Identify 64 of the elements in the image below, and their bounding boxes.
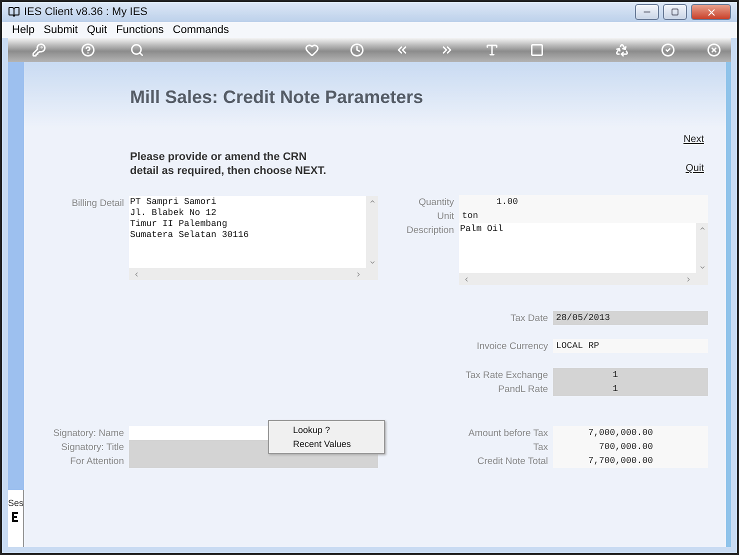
menu-item[interactable]: Lookup ?: [269, 423, 384, 437]
menu-item[interactable]: Help: [12, 24, 35, 36]
search-button[interactable]: [130, 43, 144, 57]
field-label: Billing Detail: [70, 197, 124, 209]
text-area[interactable]: Palm Oil: [459, 223, 696, 273]
page-title: Mill Sales: Credit Note Parameters: [130, 86, 424, 108]
scroll-up-icon[interactable]: [698, 225, 706, 232]
field-label: Unit: [436, 210, 454, 222]
instruction-text: detail as required, then choose NEXT.: [130, 164, 326, 178]
menu-item[interactable]: Commands: [172, 24, 230, 36]
scroll-left-icon[interactable]: [133, 270, 140, 278]
field-label: Description: [405, 224, 454, 236]
text-button[interactable]: [485, 43, 499, 57]
square-button[interactable]: [530, 43, 544, 57]
input-field[interactable]: [129, 454, 378, 468]
input-field[interactable]: 28/05/2013: [553, 311, 708, 325]
field-label: Amount before Tax: [467, 428, 548, 438]
field-label: PandL Rate: [497, 384, 548, 394]
input-field[interactable]: 700,000.00: [553, 440, 708, 454]
menu-item[interactable]: Recent Values: [269, 437, 384, 451]
session-tab[interactable]: Ses: [8, 498, 23, 508]
scroll-down-icon[interactable]: [698, 264, 706, 271]
nav-link[interactable]: Quit: [686, 163, 704, 174]
field-label: Tax: [532, 442, 548, 452]
input-field[interactable]: 1.00: [459, 195, 708, 209]
heart-button[interactable]: [305, 43, 319, 57]
instruction-text: Please provide or amend the CRN: [130, 150, 308, 164]
field-label: Tax Rate Exchange: [464, 370, 548, 380]
field-label: Credit Note Total: [476, 456, 548, 466]
minimize-button[interactable]: [635, 4, 659, 20]
help-button[interactable]: [81, 43, 95, 57]
menu-item[interactable]: Functions: [116, 24, 164, 36]
menu-item[interactable]: Submit: [44, 24, 78, 36]
app-icon: [8, 6, 20, 18]
scroll-up-icon[interactable]: [368, 198, 376, 205]
check-button[interactable]: [661, 43, 675, 57]
maximize-icon: [671, 8, 679, 16]
nav-link[interactable]: Next: [683, 134, 704, 145]
field-label: Tax Date: [510, 312, 548, 324]
glyph-icon: [12, 512, 18, 522]
field-label: Invoice Currency: [476, 340, 548, 352]
scroll-right-icon[interactable]: [355, 270, 362, 278]
clock-button[interactable]: [350, 43, 364, 57]
key-button[interactable]: [32, 43, 46, 57]
input-field[interactable]: 1: [553, 368, 708, 382]
input-field[interactable]: 7,700,000.00: [553, 454, 708, 468]
scroll-right-icon[interactable]: [685, 276, 692, 282]
input-field[interactable]: 7,000,000.00: [553, 426, 708, 440]
input-field[interactable]: LOCAL RP: [553, 339, 708, 353]
menu-item[interactable]: Quit: [86, 24, 108, 36]
scroll-left-icon[interactable]: [463, 276, 470, 282]
field-label: Quantity: [418, 196, 454, 208]
field-label: Signatory: Title: [60, 442, 124, 452]
input-field[interactable]: 1: [553, 382, 708, 396]
scroll-down-icon[interactable]: [368, 259, 376, 266]
close-button[interactable]: [691, 4, 731, 20]
maximize-button[interactable]: [663, 4, 687, 20]
window-title: IES Client v8.36 : My IES: [24, 6, 148, 18]
input-field[interactable]: ton: [459, 209, 708, 223]
close-icon: [706, 6, 716, 18]
text-area[interactable]: PT Sampri Samori Jl. Blabek No 12 Timur II Palembang Sumatera Selatan 30116: [129, 196, 366, 268]
field-label: Signatory: Name: [52, 428, 124, 438]
field-label: For Attention: [69, 456, 124, 466]
recycle-button[interactable]: [615, 43, 629, 57]
